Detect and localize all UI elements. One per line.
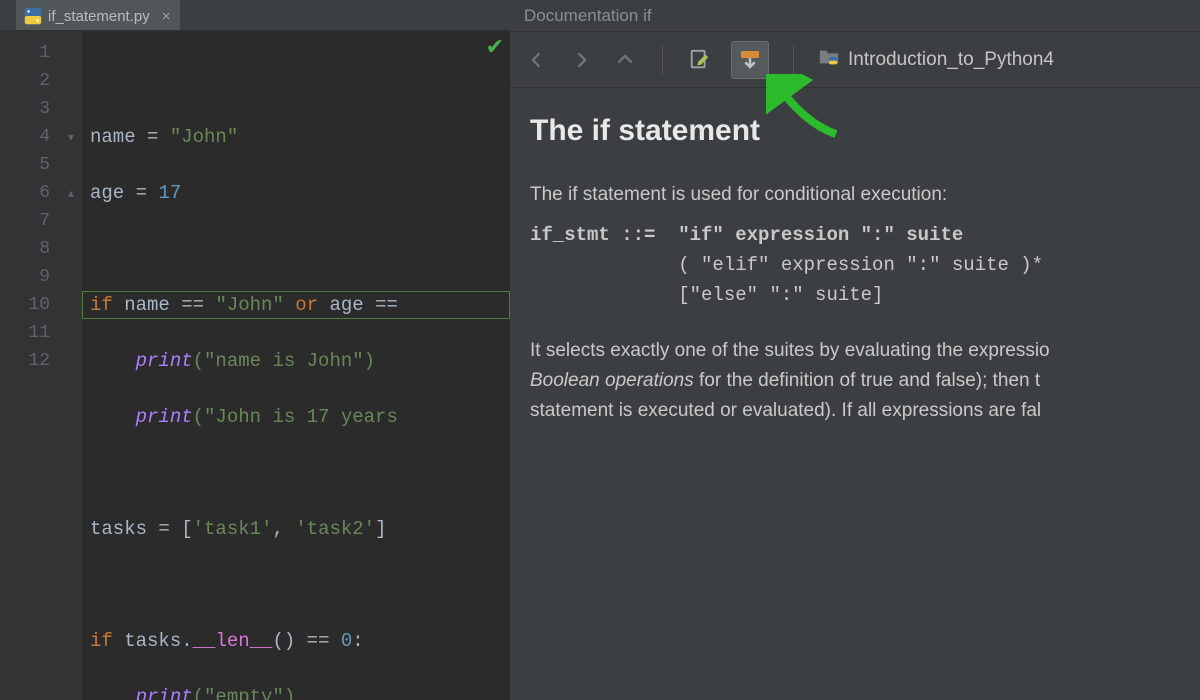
edit-source-button[interactable] (687, 47, 713, 73)
breadcrumb-label: Introduction_to_Python4 (848, 49, 1054, 71)
close-icon[interactable]: × (162, 8, 171, 25)
line-number: 1 (0, 39, 50, 67)
line-number-gutter: 1 2 3 4 5 6 7 8 9 10 11 12 (0, 31, 60, 700)
line-number: 8 (0, 235, 50, 263)
fold-strip: ▾ ▴ (60, 31, 82, 700)
line-number: 5 (0, 151, 50, 179)
line-number: 12 (0, 347, 50, 375)
line-number: 11 (0, 319, 50, 347)
line-number: 4 (0, 123, 50, 151)
documentation-content: The if statement The if statement is use… (510, 88, 1200, 700)
fold-toggle-icon[interactable]: ▾ (64, 130, 78, 144)
tab-if-statement[interactable]: if_statement.py × (16, 0, 180, 30)
python-folder-icon (818, 46, 840, 74)
editor-body: 1 2 3 4 5 6 7 8 9 10 11 12 ▾ ▴ ✔ name = … (0, 31, 510, 700)
doc-heading: The if statement (530, 116, 1180, 146)
line-number: 10 (0, 291, 50, 319)
code-area[interactable]: ✔ name = "John" age = 17 if name == "Joh… (82, 31, 510, 700)
back-button[interactable] (524, 47, 550, 73)
doc-paragraph: It selects exactly one of the suites by … (530, 336, 1180, 426)
documentation-toolbar: Introduction_to_Python4 (510, 32, 1200, 88)
python-file-icon (24, 7, 42, 25)
line-number: 7 (0, 207, 50, 235)
documentation-title: Documentation if (524, 6, 652, 26)
doc-intro: The if statement is used for conditional… (530, 180, 1180, 210)
breadcrumb[interactable]: Introduction_to_Python4 (818, 46, 1054, 74)
inspection-ok-icon: ✔ (486, 35, 504, 63)
tab-bar: if_statement.py × (0, 0, 510, 31)
documentation-pane: Documentation if Introduction_to_Python4 (510, 0, 1200, 700)
line-number: 2 (0, 67, 50, 95)
fold-end-icon: ▴ (64, 186, 78, 200)
tab-label: if_statement.py (48, 8, 150, 25)
editor-pane: if_statement.py × 1 2 3 4 5 6 7 8 9 10 1… (0, 0, 510, 700)
forward-button[interactable] (568, 47, 594, 73)
line-number: 9 (0, 263, 50, 291)
toggle-auto-show-button[interactable] (731, 41, 769, 79)
line-number: 3 (0, 95, 50, 123)
up-button[interactable] (612, 47, 638, 73)
doc-grammar: if_stmt ::= "if" expression ":" suite ( … (530, 220, 1180, 310)
line-number: 6 (0, 179, 50, 207)
documentation-title-bar: Documentation if (510, 0, 1200, 32)
